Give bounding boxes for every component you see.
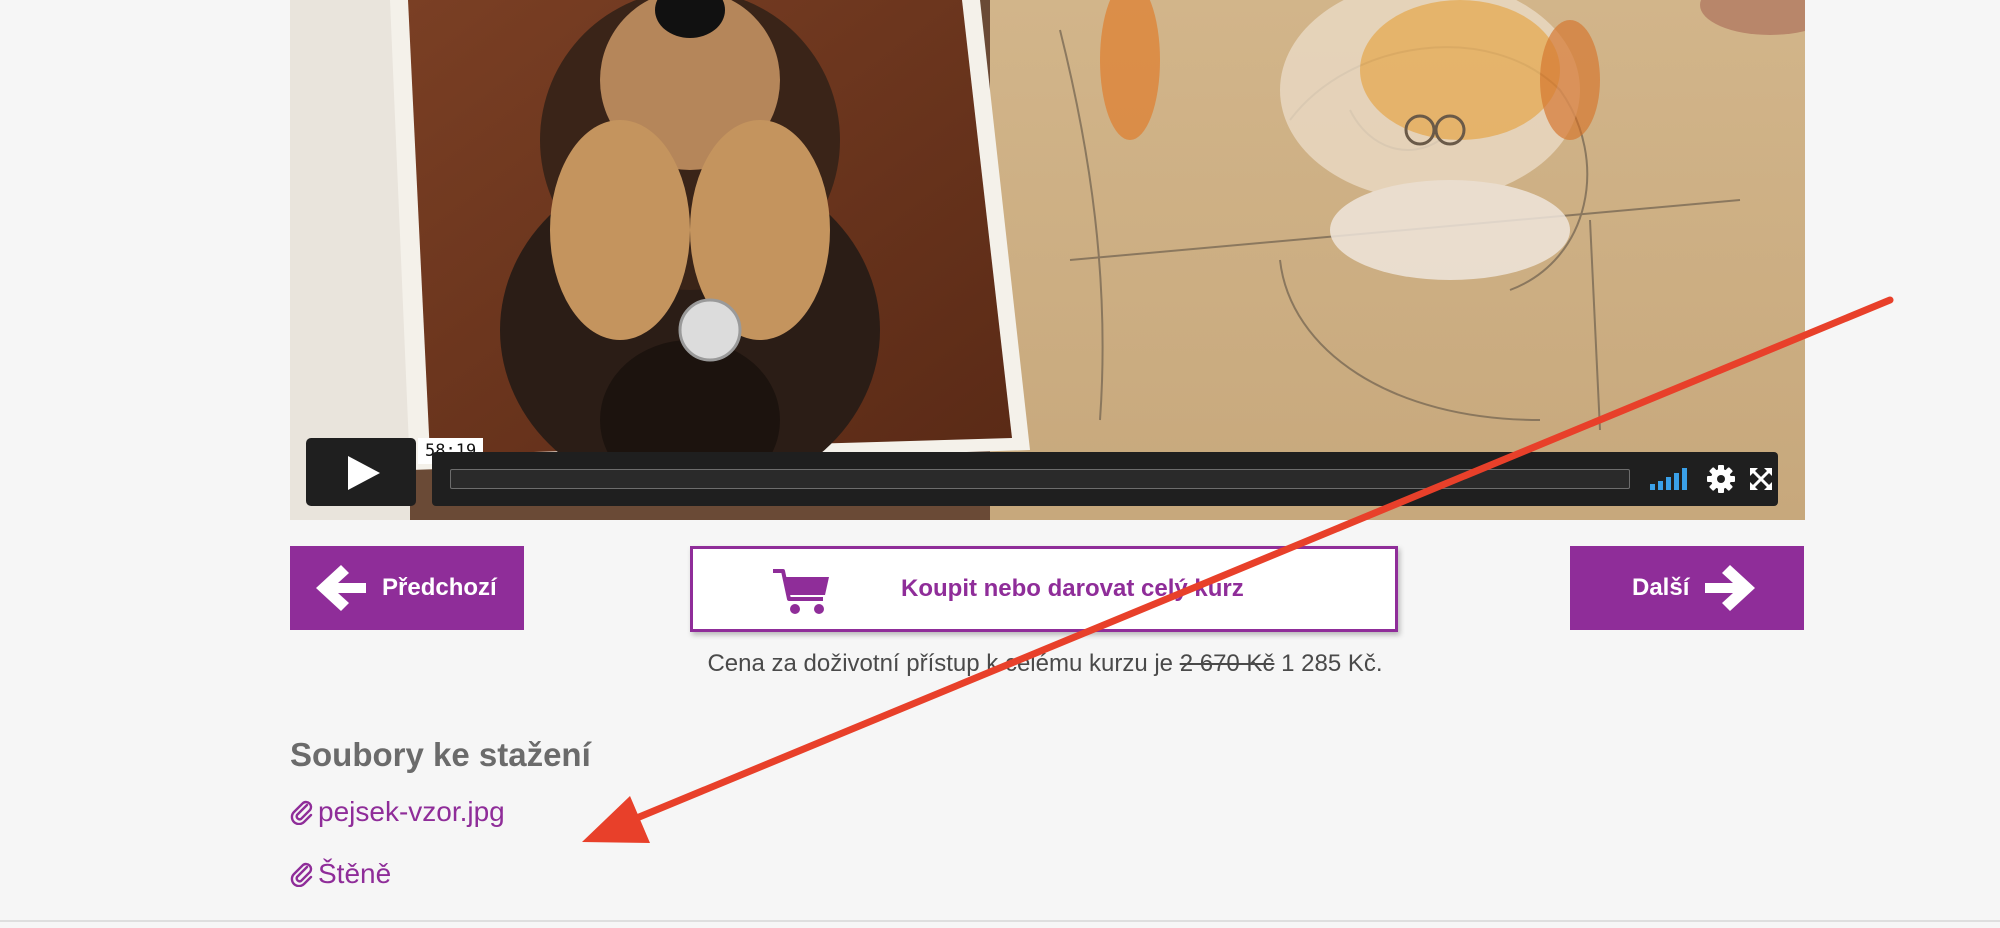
buy-course-button[interactable]: Koupit nebo darovat celý kurz	[690, 546, 1398, 632]
old-price: 2 670 Kč	[1179, 650, 1275, 677]
cart-icon	[773, 569, 829, 614]
download-link-pejsek[interactable]: pejsek-vzor.jpg	[290, 796, 505, 828]
price-line: Cena za doživotní přístup k celému kurzu…	[0, 650, 2000, 678]
arrow-left-icon	[316, 565, 366, 611]
paperclip-icon	[290, 800, 313, 825]
next-button-label: Další	[1632, 574, 1690, 601]
settings-icon[interactable]	[1707, 465, 1735, 493]
progress-bar[interactable]	[450, 469, 1630, 489]
control-bar	[432, 452, 1778, 506]
next-button[interactable]: Další	[1570, 546, 1804, 630]
play-button[interactable]	[306, 438, 416, 506]
video-frame	[290, 0, 1805, 520]
downloads-title: Soubory ke stažení	[290, 736, 591, 773]
file-name: Štěně	[318, 858, 392, 889]
previous-button[interactable]: Předchozí	[290, 546, 524, 630]
page-divider	[0, 920, 2000, 922]
new-price: 1 285 Kč.	[1281, 650, 1383, 677]
buy-course-label: Koupit nebo darovat celý kurz	[901, 575, 1244, 602]
arrow-right-icon	[1705, 565, 1756, 611]
fullscreen-icon[interactable]	[1750, 468, 1772, 490]
previous-button-label: Předchozí	[382, 574, 497, 601]
volume-icon[interactable]	[1650, 465, 1692, 491]
paperclip-icon	[290, 862, 313, 887]
video-player[interactable]: 58:19	[290, 0, 1805, 520]
play-icon	[348, 456, 380, 490]
file-name: pejsek-vzor.jpg	[318, 796, 505, 827]
price-text: Cena za doživotní přístup k celému kurzu…	[707, 650, 1174, 677]
download-link-stene[interactable]: Štěně	[290, 858, 391, 890]
